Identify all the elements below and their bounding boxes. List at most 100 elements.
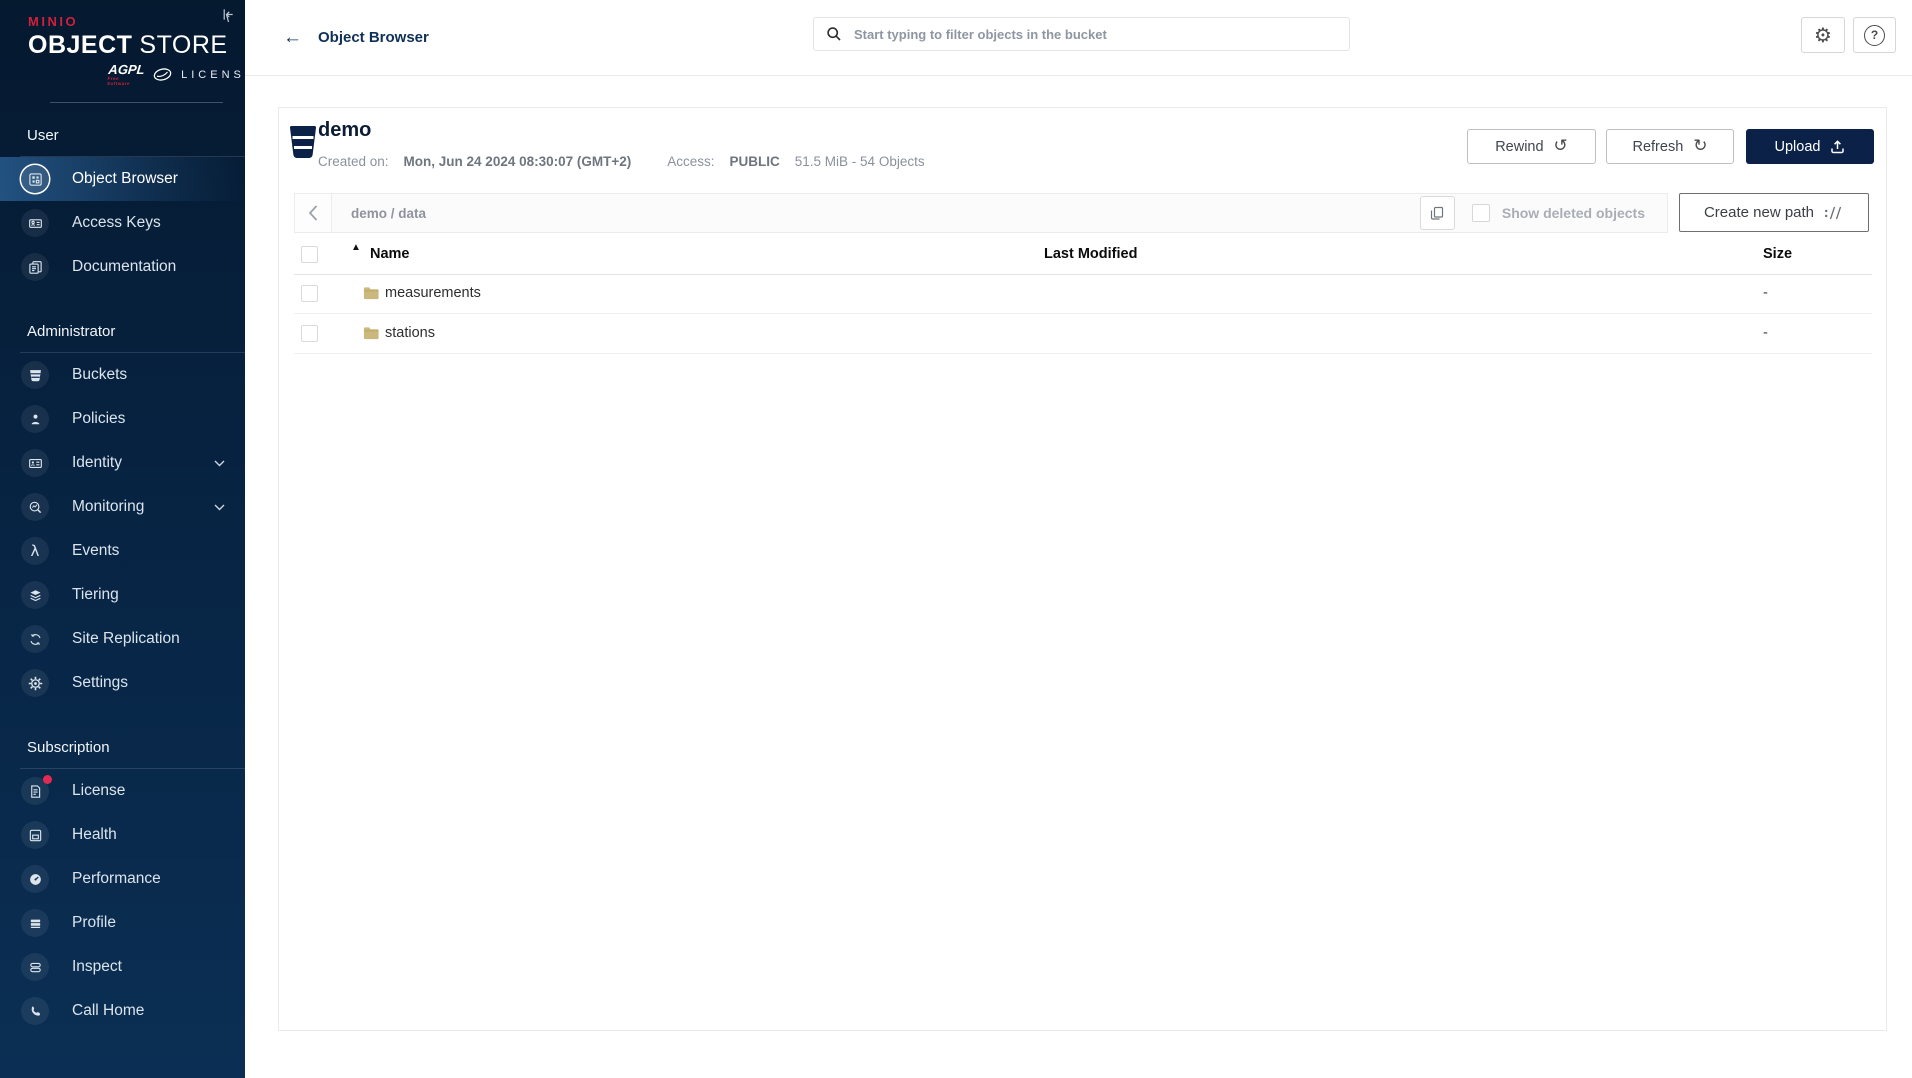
minio-wordmark: MINIO	[28, 14, 245, 29]
performance-icon	[21, 865, 49, 893]
access-keys-icon	[21, 209, 49, 237]
sidebar-item-label: Profile	[72, 914, 116, 932]
sidebar-item-policies[interactable]: Policies	[0, 397, 245, 441]
health-icon	[21, 821, 49, 849]
table-header: ▲ Name Last Modified Size	[294, 241, 1872, 275]
sidebar-item-label: Health	[72, 826, 117, 844]
created-value: Mon, Jun 24 2024 08:30:07 (GMT+2)	[404, 154, 632, 169]
monitoring-icon	[21, 493, 49, 521]
breadcrumb-bar: demo / data Show deleted objects	[294, 193, 1668, 233]
access-label: Access:	[667, 154, 714, 169]
buckets-icon	[21, 361, 49, 389]
folder-icon	[363, 326, 380, 341]
sidebar-item-identity[interactable]: Identity	[0, 441, 245, 485]
rewind-button[interactable]: Rewind ↺	[1467, 129, 1596, 164]
page-title: Object Browser	[318, 29, 429, 46]
events-icon: λ	[21, 537, 49, 565]
show-deleted-checkbox[interactable]	[1472, 204, 1490, 222]
refresh-button[interactable]: Refresh ↻	[1606, 129, 1734, 164]
column-header-size[interactable]: Size	[1763, 246, 1792, 262]
sidebar-item-label: Monitoring	[72, 498, 144, 516]
sidebar-item-profile[interactable]: Profile	[0, 901, 245, 945]
sidebar-item-label: Object Browser	[72, 170, 178, 188]
copy-path-button[interactable]	[1420, 196, 1455, 230]
sidebar-item-monitoring[interactable]: Monitoring	[0, 485, 245, 529]
sidebar-item-performance[interactable]: Performance	[0, 857, 245, 901]
sidebar-item-label: Identity	[72, 454, 122, 472]
license-badge-row: AGPL Free Software LICENSE	[108, 63, 245, 86]
bucket-summary: 51.5 MiB - 54 Objects	[795, 154, 925, 169]
settings-button[interactable]: ⚙	[1801, 17, 1845, 53]
row-checkbox[interactable]	[301, 285, 318, 302]
object-list: measurements-stations -	[294, 274, 1872, 354]
sidebar-item-access-keys[interactable]: Access Keys	[0, 201, 245, 245]
sidebar-item-label: Tiering	[72, 586, 119, 604]
help-icon: ?	[1864, 25, 1885, 46]
object-name: stations	[385, 325, 435, 341]
sidebar-section-label: Subscription	[27, 739, 245, 756]
navigate-back-button[interactable]	[295, 194, 332, 232]
search-input[interactable]	[852, 26, 1337, 43]
sidebar-section-label: Administrator	[27, 323, 245, 340]
sidebar-item-call-home[interactable]: Call Home	[0, 989, 245, 1033]
sidebar-item-label: Site Replication	[72, 630, 180, 648]
sidebar-item-license[interactable]: License	[0, 769, 245, 813]
search-icon	[826, 26, 842, 42]
sort-asc-icon: ▲	[351, 242, 361, 253]
product-name-light: STORE	[139, 31, 227, 59]
create-new-path-label: Create new path	[1704, 204, 1814, 221]
license-icon	[21, 777, 49, 805]
bucket-icon	[290, 125, 316, 159]
column-header-name[interactable]: Name	[370, 246, 410, 262]
sidebar-item-inspect[interactable]: Inspect	[0, 945, 245, 989]
help-button[interactable]: ?	[1853, 17, 1896, 53]
logo-divider	[50, 102, 223, 103]
row-checkbox[interactable]	[301, 325, 318, 342]
upload-button-label: Upload	[1775, 139, 1821, 155]
bucket-info: Created on: Mon, Jun 24 2024 08:30:07 (G…	[318, 154, 925, 169]
page-header: ← Object Browser	[283, 0, 429, 75]
gear-icon: ⚙	[1814, 25, 1832, 45]
object-size: -	[1763, 325, 1768, 341]
column-header-last-modified[interactable]: Last Modified	[1044, 246, 1137, 262]
sidebar-item-label: Settings	[72, 674, 128, 692]
identity-icon	[21, 449, 49, 477]
chevron-down-icon	[214, 504, 225, 511]
bucket-name: demo	[318, 119, 371, 142]
object-size: -	[1763, 285, 1768, 301]
back-arrow-icon[interactable]: ←	[283, 28, 302, 47]
top-bar: ← Object Browser ⚙ ?	[245, 0, 1912, 76]
call-home-icon	[21, 997, 49, 1025]
sidebar-item-object-browser[interactable]: Object Browser	[0, 157, 245, 201]
select-all-checkbox[interactable]	[301, 246, 318, 263]
rewind-icon: ↺	[1554, 138, 1568, 155]
breadcrumb: demo / data	[332, 206, 1420, 221]
object-browser-icon	[21, 165, 49, 193]
table-row[interactable]: stations -	[294, 314, 1872, 354]
settings-icon	[21, 669, 49, 697]
sidebar-item-health[interactable]: Health	[0, 813, 245, 857]
sidebar-item-label: License	[72, 782, 125, 800]
site-replication-icon	[21, 625, 49, 653]
sidebar: MINIO OBJECTSTORE AGPL Free Software LIC…	[0, 0, 245, 1078]
minio-console: MINIO OBJECTSTORE AGPL Free Software LIC…	[0, 0, 1912, 1078]
sidebar-item-documentation[interactable]: Documentation	[0, 245, 245, 289]
object-browser-card: demo Created on: Mon, Jun 24 2024 08:30:…	[278, 107, 1887, 1031]
new-path-icon	[1824, 206, 1844, 220]
product-name-bold: OBJECT	[28, 31, 132, 59]
sidebar-item-site-replication[interactable]: Site Replication	[0, 617, 245, 661]
access-value: PUBLIC	[730, 154, 780, 169]
tiering-icon	[21, 581, 49, 609]
sidebar-item-buckets[interactable]: Buckets	[0, 353, 245, 397]
create-new-path-button[interactable]: Create new path	[1679, 193, 1869, 232]
sidebar-item-label: Access Keys	[72, 214, 161, 232]
sidebar-item-settings[interactable]: Settings	[0, 661, 245, 705]
filter-search-box	[813, 17, 1350, 51]
sidebar-item-events[interactable]: λEvents	[0, 529, 245, 573]
upload-button[interactable]: Upload	[1746, 129, 1874, 164]
sidebar-item-tiering[interactable]: Tiering	[0, 573, 245, 617]
table-row[interactable]: measurements-	[294, 274, 1872, 314]
collapse-sidebar-icon[interactable]	[220, 7, 235, 22]
sidebar-item-label: Performance	[72, 870, 161, 888]
profile-icon	[21, 909, 49, 937]
